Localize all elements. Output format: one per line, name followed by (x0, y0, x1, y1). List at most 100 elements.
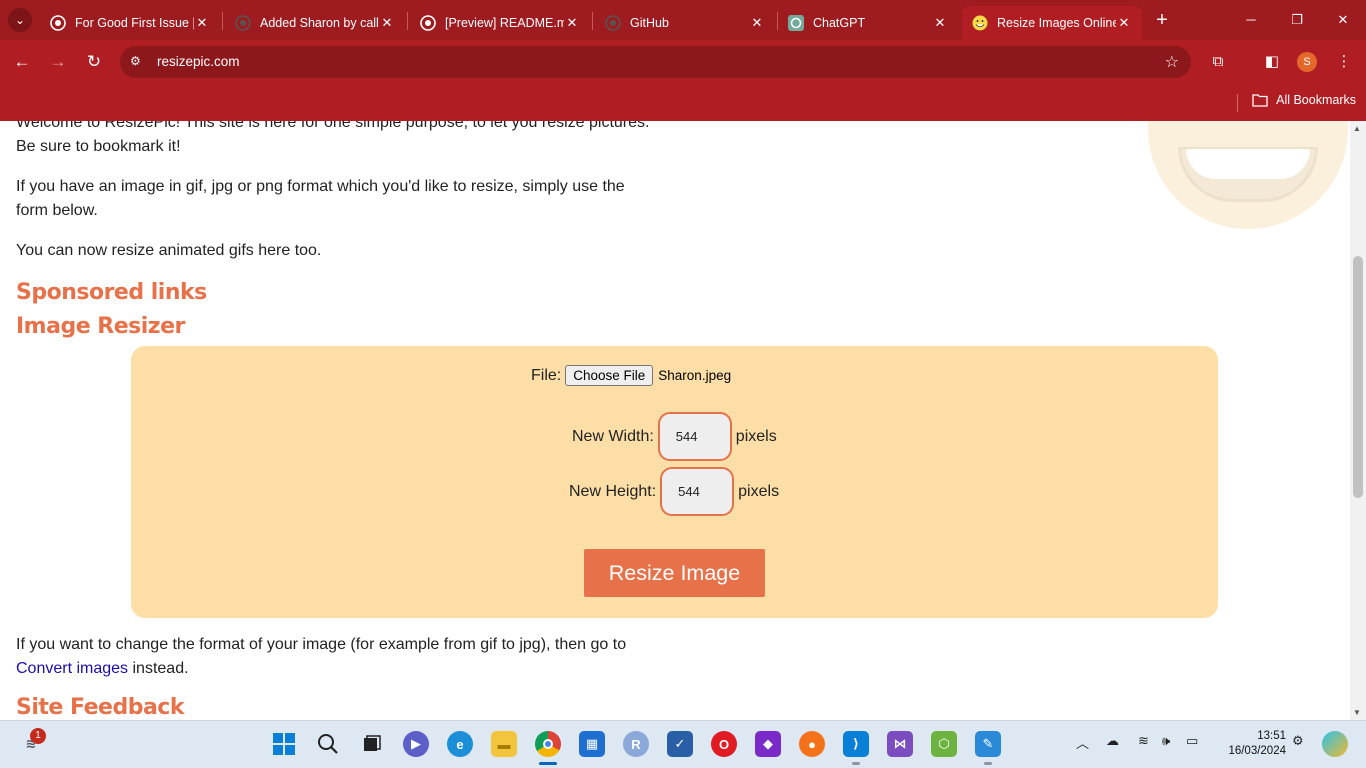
bookmarks-separator (1237, 94, 1238, 112)
restore-button[interactable]: ❐ (1274, 0, 1320, 40)
github-icon (50, 15, 66, 31)
tab-title: ChatGPT (813, 16, 866, 30)
onedrive-icon[interactable]: ☁ (1106, 733, 1119, 749)
site-info-icon[interactable]: ⚙ (130, 54, 146, 70)
intro-paragraph: Welcome to ResizePic! This site is here … (16, 121, 656, 159)
convert-paragraph: If you want to change the format of your… (16, 633, 676, 681)
forward-button[interactable]: → (46, 50, 70, 74)
close-icon[interactable]: ✕ (932, 15, 948, 31)
taskbar-clock[interactable]: 13:51 16/03/2024 (1212, 729, 1286, 759)
width-row: New Width: 544 pixels (572, 412, 777, 461)
side-panel-icon[interactable]: ◧ (1262, 52, 1282, 72)
edge-icon[interactable]: e (447, 731, 473, 757)
clock-date: 16/03/2024 (1228, 745, 1286, 757)
firefox-icon[interactable]: ● (799, 731, 825, 757)
all-bookmarks-button[interactable]: All Bookmarks (1252, 93, 1356, 107)
scroll-down-icon[interactable]: ▼ (1353, 708, 1361, 717)
page-scrollbar[interactable]: ▲ ▼ (1350, 121, 1366, 720)
vscode-running-indicator (852, 762, 860, 765)
wifi-icon[interactable]: ≋ (1138, 733, 1149, 749)
opera-icon[interactable]: O (711, 731, 737, 757)
3d-box-icon[interactable]: ◆ (755, 731, 781, 757)
start-icon[interactable] (271, 731, 297, 757)
close-icon[interactable]: ✕ (749, 15, 765, 31)
tab-for-good-first-issue[interactable]: For Good First Issue | ✕ (40, 6, 220, 40)
plus-icon: + (1156, 9, 1168, 31)
minimize-icon: ─ (1246, 12, 1256, 27)
convert-images-link[interactable]: Convert images (16, 660, 128, 677)
resize-form: File: Choose File Sharon.jpeg New Width:… (131, 346, 1218, 618)
animated-gif-paragraph: You can now resize animated gifs here to… (16, 242, 322, 259)
tab-preview-readme[interactable]: [Preview] README.m ✕ (410, 6, 590, 40)
chrome-active-indicator (539, 762, 557, 765)
github-icon (420, 15, 436, 31)
close-icon: ✕ (1337, 12, 1349, 27)
clock-time: 13:51 (1257, 730, 1286, 742)
width-input[interactable]: 544 (657, 412, 732, 461)
image-resizer-heading: Image Resizer (16, 314, 185, 339)
profile-avatar[interactable]: S (1297, 52, 1317, 72)
height-input[interactable]: 544 (660, 467, 735, 516)
resize-image-button[interactable]: Resize Image (584, 549, 765, 597)
smiley-favicon (972, 15, 988, 31)
tab-added-sharon[interactable]: Added Sharon by call ✕ (225, 6, 405, 40)
r-app-icon[interactable]: R (623, 731, 649, 757)
reload-button[interactable]: ↻ (82, 50, 106, 74)
tab-title: [Preview] README.m (445, 16, 564, 30)
copilot-icon[interactable] (1322, 731, 1348, 757)
intro-line-1: Welcome to ResizePic! This site is here … (16, 121, 650, 131)
paint-app-icon[interactable]: ✎ (975, 731, 1001, 757)
url-text[interactable]: resizepic.com (157, 54, 240, 69)
folder-icon (1252, 94, 1268, 107)
tab-title: For Good First Issue | (75, 16, 194, 30)
close-window-button[interactable]: ✕ (1320, 0, 1366, 40)
volume-icon[interactable]: 🕪 (1162, 733, 1170, 749)
hexagon-app-icon[interactable]: ⬡ (931, 731, 957, 757)
github-icon (605, 15, 621, 31)
vscode-icon[interactable]: ⟩ (843, 731, 869, 757)
scroll-thumb[interactable] (1353, 256, 1363, 498)
task-view-icon[interactable] (359, 731, 385, 757)
minimize-button[interactable]: ─ (1228, 0, 1274, 40)
github-icon (235, 15, 251, 31)
chevron-down-icon: ⌄ (14, 13, 26, 27)
tab-separator (222, 12, 223, 30)
close-icon[interactable]: ✕ (564, 15, 580, 31)
microsoft-store-icon[interactable]: ▦ (579, 731, 605, 757)
new-tab-button[interactable]: + (1150, 8, 1174, 32)
menu-icon[interactable]: ⋮ (1334, 52, 1354, 72)
smiley-teeth (1186, 149, 1310, 179)
arrow-right-icon: → (49, 52, 67, 71)
file-explorer-icon[interactable]: ▬ (491, 731, 517, 757)
paint-running-indicator (984, 762, 992, 765)
chevron-up-icon[interactable]: ︿ (1076, 733, 1089, 752)
search-icon[interactable] (315, 731, 341, 757)
width-label: New Width: (572, 427, 654, 445)
tab-search-button[interactable]: ⌄ (8, 8, 32, 32)
tab-chatgpt[interactable]: ChatGPT ✕ (778, 6, 958, 40)
vpn-icon[interactable]: ✓ (667, 731, 693, 757)
close-icon[interactable]: ✕ (379, 15, 395, 31)
bookmark-star-icon[interactable]: ☆ (1165, 52, 1179, 72)
windows-taskbar: ≋ 1 ▶ e ▬ ▦ R ✓ O ◆ ● ⟩ ⋈ ⬡ ✎ ︿ ☁ ≋ 🕪 ▭ … (0, 720, 1366, 768)
extensions-icon[interactable]: ⧉ (1208, 52, 1228, 72)
close-icon[interactable]: ✕ (1116, 15, 1132, 31)
address-bar[interactable]: ⚙ resizepic.com ☆ (120, 46, 1191, 78)
selected-file-name: Sharon.jpeg (658, 368, 732, 383)
teams-chat-icon[interactable]: ▶ (403, 731, 429, 757)
scroll-up-icon[interactable]: ▲ (1353, 124, 1361, 133)
page-content: Welcome to ResizePic! This site is here … (0, 121, 1350, 720)
visual-studio-icon[interactable]: ⋈ (887, 731, 913, 757)
tab-github[interactable]: GitHub ✕ (595, 6, 775, 40)
tab-strip: ⌄ For Good First Issue | ✕ Added Sharon … (0, 0, 1366, 40)
site-feedback-heading: Site Feedback (16, 695, 184, 720)
battery-icon[interactable]: ▭ (1186, 733, 1198, 749)
choose-file-button[interactable]: Choose File (565, 365, 654, 386)
settings-gear-icon[interactable]: ⚙ (1292, 733, 1304, 749)
chrome-icon[interactable] (535, 731, 561, 757)
tab-resize-images-online[interactable]: Resize Images Online ✕ (962, 6, 1142, 40)
bookmarks-bar: All Bookmarks (0, 84, 1366, 121)
close-icon[interactable]: ✕ (194, 15, 210, 31)
restore-icon: ❐ (1291, 12, 1303, 27)
back-button[interactable]: ← (10, 50, 34, 74)
